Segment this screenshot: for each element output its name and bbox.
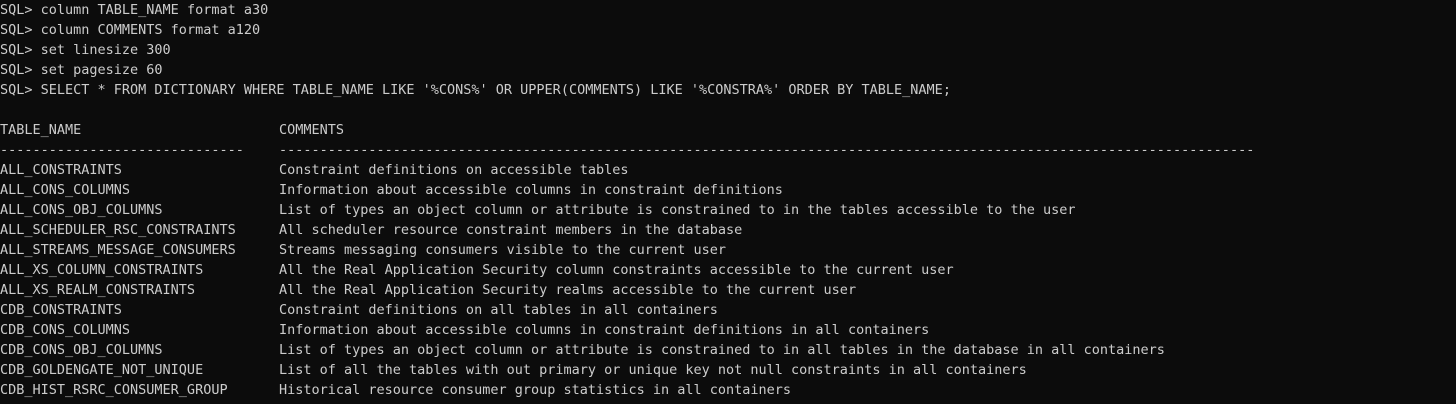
table-row: ALL_CONS_COLUMNS Information about acces… [0, 180, 1456, 200]
cell-table-name: CDB_HIST_RSRC_CONSUMER_GROUP [0, 382, 228, 398]
column-header-table-name: TABLE_NAME [0, 122, 82, 138]
separator-table-name: ------------------------------ [0, 142, 244, 158]
cell-comments: List of types an object column or attrib… [279, 202, 1076, 218]
table-row: CDB_HIST_RSRC_CONSUMER_GROUP Historical … [0, 380, 1456, 400]
table-row: CDB_CONS_OBJ_COLUMNS List of types an ob… [0, 340, 1456, 360]
result-header-row: TABLE_NAME COMMENTS [0, 120, 1456, 140]
table-row: CDB_GOLDENGATE_NOT_UNIQUE List of all th… [0, 360, 1456, 380]
command-text: column TABLE_NAME format a30 [40, 2, 269, 18]
cell-comments: Information about accessible columns in … [279, 182, 783, 198]
command-text: column COMMENTS format a120 [40, 22, 261, 38]
cell-comments: Streams messaging consumers visible to t… [279, 242, 727, 258]
cell-table-name: CDB_CONS_COLUMNS [0, 322, 131, 338]
cell-table-name: ALL_CONS_COLUMNS [0, 182, 131, 198]
cell-table-name: CDB_CONS_OBJ_COLUMNS [0, 342, 163, 358]
command-line: SQL> column TABLE_NAME format a30 [0, 0, 268, 20]
result-separator-row: ------------------------------ ---------… [0, 140, 1456, 160]
cell-table-name: ALL_CONSTRAINTS [0, 162, 122, 178]
table-row: ALL_XS_COLUMN_CONSTRAINTS All the Real A… [0, 260, 1456, 280]
cell-comments: All the Real Application Security realms… [279, 282, 857, 298]
cell-comments: All scheduler resource constraint member… [279, 222, 743, 238]
sql-prompt: SQL> [0, 82, 41, 98]
sql-prompt: SQL> [0, 2, 41, 18]
cell-comments: List of types an object column or attrib… [279, 342, 1165, 358]
cell-table-name: CDB_CONSTRAINTS [0, 302, 122, 318]
sql-prompt: SQL> [0, 62, 41, 78]
column-header-comments: COMMENTS [279, 122, 345, 138]
sql-prompt: SQL> [0, 22, 41, 38]
cell-table-name: ALL_CONS_OBJ_COLUMNS [0, 202, 163, 218]
table-row: ALL_STREAMS_MESSAGE_CONSUMERS Streams me… [0, 240, 1456, 260]
cell-table-name: ALL_STREAMS_MESSAGE_CONSUMERS [0, 242, 236, 258]
cell-comments: Constraint definitions on all tables in … [279, 302, 718, 318]
table-row: ALL_CONSTRAINTS Constraint definitions o… [0, 160, 1456, 180]
cell-comments: Constraint definitions on accessible tab… [279, 162, 629, 178]
sql-prompt: SQL> [0, 42, 41, 58]
separator-comments: ----------------------------------------… [279, 142, 1255, 158]
table-row: ALL_CONS_OBJ_COLUMNS List of types an ob… [0, 200, 1456, 220]
cell-table-name: ALL_XS_COLUMN_CONSTRAINTS [0, 262, 204, 278]
table-row: ALL_XS_REALM_CONSTRAINTS All the Real Ap… [0, 280, 1456, 300]
command-line: SQL> column COMMENTS format a120 [0, 20, 260, 40]
cell-comments: List of all the tables with out primary … [279, 362, 1027, 378]
command-line: SQL> set pagesize 60 [0, 60, 163, 80]
table-row: CDB_CONS_COLUMNS Information about acces… [0, 320, 1456, 340]
table-row: CDB_CONSTRAINTS Constraint definitions o… [0, 300, 1456, 320]
cell-comments: Historical resource consumer group stati… [279, 382, 792, 398]
terminal-window[interactable]: SQL> column TABLE_NAME format a30 SQL> c… [0, 0, 1456, 404]
command-text: set pagesize 60 [40, 62, 163, 78]
cell-table-name: CDB_GOLDENGATE_NOT_UNIQUE [0, 362, 204, 378]
table-row: ALL_SCHEDULER_RSC_CONSTRAINTS All schedu… [0, 220, 1456, 240]
cell-comments: All the Real Application Security column… [279, 262, 954, 278]
command-line: SQL> set linesize 300 [0, 40, 171, 60]
cell-comments: Information about accessible columns in … [279, 322, 930, 338]
command-text: SELECT * FROM DICTIONARY WHERE TABLE_NAM… [40, 82, 951, 98]
command-text: set linesize 300 [40, 42, 171, 58]
command-line: SQL> SELECT * FROM DICTIONARY WHERE TABL… [0, 80, 951, 100]
cell-table-name: ALL_SCHEDULER_RSC_CONSTRAINTS [0, 222, 236, 238]
cell-table-name: ALL_XS_REALM_CONSTRAINTS [0, 282, 196, 298]
